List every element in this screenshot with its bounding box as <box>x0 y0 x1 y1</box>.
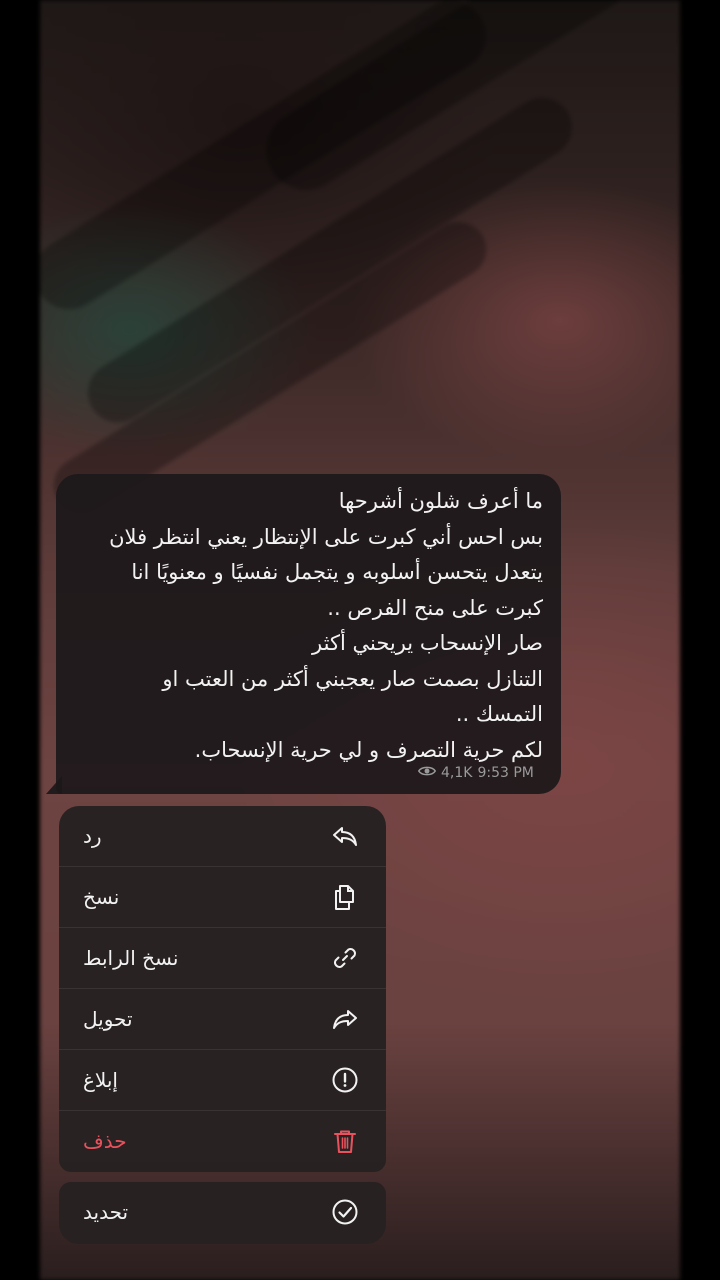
copy-icon <box>330 882 360 912</box>
message-time: 9:53 PM <box>477 765 534 781</box>
message-line: ما أعرف شلون أشرحها <box>338 489 543 513</box>
link-icon <box>330 943 360 973</box>
menu-item-copy[interactable]: نسخ <box>59 867 386 928</box>
message-line: التنازل بصمت صار يعجبني أكثر من العتب او <box>162 666 543 691</box>
menu-item-label: حذف <box>83 1129 127 1153</box>
menu-item-copy-link[interactable]: نسخ الرابط <box>59 928 386 989</box>
message-line: صار الإنسحاب يريحني أكثر <box>312 631 543 655</box>
view-count: 4,1K <box>441 765 473 781</box>
context-menu: رد نسخ نسخ الرابط تحويل إبلاغ حذف <box>59 806 386 1172</box>
reply-icon <box>330 821 360 851</box>
menu-item-label: نسخ الرابط <box>83 946 179 970</box>
screen: ما أعرف شلون أشرحها بس احس أني كبرت على … <box>0 0 720 1280</box>
context-menu-secondary: تحديد <box>59 1182 386 1244</box>
menu-item-select[interactable]: تحديد <box>59 1182 386 1244</box>
select-icon <box>330 1197 360 1227</box>
menu-item-delete[interactable]: حذف <box>59 1111 386 1172</box>
delete-icon <box>330 1126 360 1156</box>
menu-item-label: تحويل <box>83 1007 133 1031</box>
menu-item-label: نسخ <box>83 885 120 909</box>
message-bubble[interactable]: ما أعرف شلون أشرحها بس احس أني كبرت على … <box>56 474 561 794</box>
message-line: يتعدل يتحسن أسلوبه و يتجمل نفسيًا و معنو… <box>131 560 543 584</box>
message-line: كبرت على منح الفرص .. <box>327 595 543 620</box>
message-meta: 4,1K 9:53 PM <box>417 764 534 782</box>
message-line: التمسك .. <box>455 702 543 726</box>
menu-item-label: رد <box>83 824 102 848</box>
menu-item-report[interactable]: إبلاغ <box>59 1050 386 1111</box>
menu-item-reply[interactable]: رد <box>59 806 386 867</box>
eye-icon <box>417 764 437 782</box>
message-line: بس احس أني كبرت على الإنتظار يعني انتظر … <box>109 524 543 549</box>
forward-icon <box>330 1004 360 1034</box>
menu-item-label: إبلاغ <box>83 1068 118 1092</box>
menu-item-label: تحديد <box>83 1200 129 1224</box>
menu-item-forward[interactable]: تحويل <box>59 989 386 1050</box>
report-icon <box>330 1065 360 1095</box>
message-line: لكم حرية التصرف و لي حرية الإنسحاب. <box>194 737 543 762</box>
